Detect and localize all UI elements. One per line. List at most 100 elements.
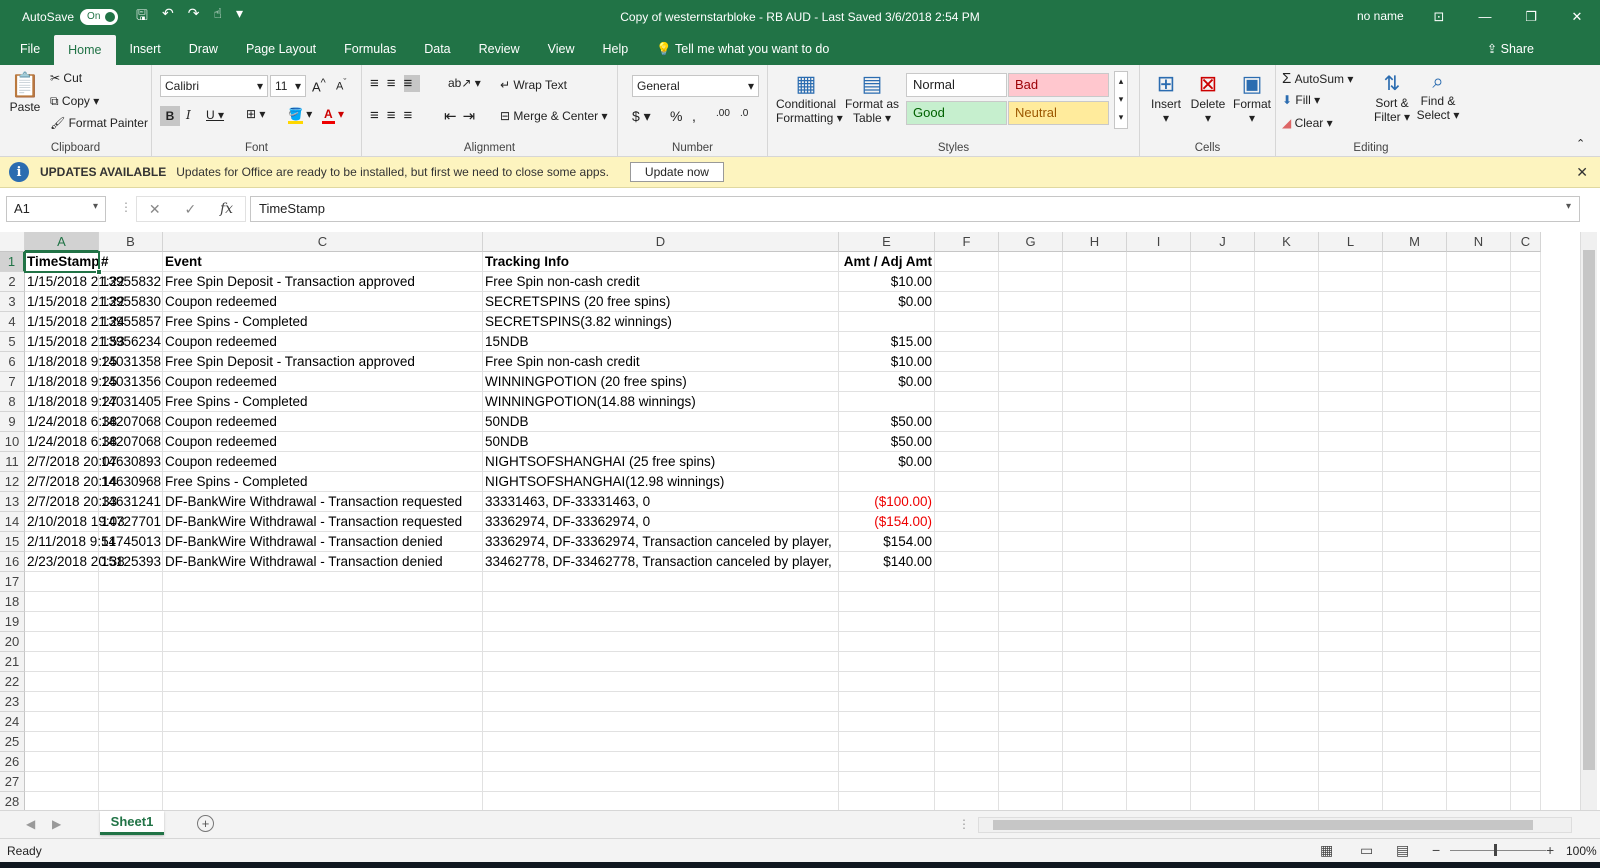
grid-cell[interactable] <box>1191 252 1255 272</box>
grid-cell[interactable] <box>999 412 1063 432</box>
grid-cell[interactable] <box>1447 752 1511 772</box>
grid-cell[interactable] <box>1191 392 1255 412</box>
grid-cell[interactable] <box>1447 592 1511 612</box>
grid-cell[interactable] <box>935 492 999 512</box>
data-cell[interactable]: Free Spins - Completed <box>163 472 483 492</box>
grid-cell[interactable] <box>1447 552 1511 572</box>
grid-cell[interactable] <box>1191 532 1255 552</box>
grid-cell[interactable] <box>1255 392 1319 412</box>
grid-cell[interactable] <box>1447 792 1511 810</box>
grid-cell[interactable] <box>999 792 1063 810</box>
grid-cell[interactable] <box>1511 772 1541 792</box>
grid-cell[interactable] <box>1255 712 1319 732</box>
grid-cell[interactable] <box>1383 732 1447 752</box>
data-cell[interactable]: 1/15/2018 21:22 <box>25 272 125 292</box>
grid-cell[interactable] <box>1255 372 1319 392</box>
grid-cell[interactable] <box>1319 352 1383 372</box>
grid-cell[interactable] <box>1191 272 1255 292</box>
grid-cell[interactable] <box>1511 612 1541 632</box>
grid-cell[interactable] <box>1511 352 1541 372</box>
grid-cell[interactable] <box>1191 452 1255 472</box>
delete-cells-button[interactable]: ⊠ Delete ▾ <box>1188 71 1228 125</box>
grid-cell[interactable] <box>1383 752 1447 772</box>
grid-cell[interactable] <box>1063 652 1127 672</box>
format-as-table-button[interactable]: ▤ Format as Table ▾ <box>844 71 900 125</box>
prev-sheet-icon[interactable]: ◀ <box>26 817 35 831</box>
grid-cell[interactable] <box>1383 632 1447 652</box>
grid-cell[interactable] <box>99 672 163 692</box>
grid-cell[interactable] <box>25 592 99 612</box>
grid-cell[interactable] <box>839 672 935 692</box>
grid-cell[interactable] <box>935 552 999 572</box>
grid-cell[interactable] <box>1319 692 1383 712</box>
tell-me-search[interactable]: 💡 Tell me what you want to do <box>642 33 843 65</box>
grid-cell[interactable] <box>1191 772 1255 792</box>
grid-cell[interactable] <box>1383 452 1447 472</box>
row-header[interactable]: 28 <box>0 792 25 810</box>
tab-split-icon[interactable]: ⋮ <box>958 817 970 831</box>
data-cell[interactable]: 13955830 <box>99 292 163 312</box>
data-cell[interactable]: 14207068 <box>99 412 163 432</box>
grid-cell[interactable] <box>1127 432 1191 452</box>
data-cell[interactable]: 33362974, DF-33362974, Transaction cance… <box>483 532 839 552</box>
underline-icon[interactable]: U ▾ <box>206 108 224 122</box>
tab-page-layout[interactable]: Page Layout <box>232 33 330 65</box>
grid-cell[interactable] <box>1319 612 1383 632</box>
grid-cell[interactable] <box>999 352 1063 372</box>
data-cell[interactable]: 14630893 <box>99 452 163 472</box>
data-cell[interactable]: Coupon redeemed <box>163 372 483 392</box>
row-header[interactable]: 23 <box>0 692 25 712</box>
grid-cell[interactable] <box>1063 752 1127 772</box>
add-sheet-icon[interactable]: + <box>197 815 214 832</box>
data-cell[interactable]: 1/24/2018 6:38 <box>25 412 117 432</box>
row-header[interactable]: 4 <box>0 312 25 332</box>
column-header[interactable]: L <box>1319 232 1383 252</box>
data-cell[interactable]: $0.00 <box>839 292 935 312</box>
grid-cell[interactable] <box>1447 772 1511 792</box>
header-cell[interactable]: Tracking Info <box>483 252 839 272</box>
tab-review[interactable]: Review <box>465 33 534 65</box>
row-header[interactable]: 25 <box>0 732 25 752</box>
grid-cell[interactable] <box>483 712 839 732</box>
grid-cell[interactable] <box>935 632 999 652</box>
save-icon[interactable]: 🖫 <box>136 5 148 29</box>
data-cell[interactable]: 14631241 <box>99 492 163 512</box>
next-sheet-icon[interactable]: ▶ <box>52 817 61 831</box>
grid-cell[interactable] <box>1127 732 1191 752</box>
column-header[interactable]: E <box>839 232 935 252</box>
grid-cell[interactable] <box>99 612 163 632</box>
header-cell[interactable]: Amt / Adj Amt <box>839 252 935 272</box>
grid-cell[interactable] <box>935 292 999 312</box>
data-cell[interactable]: 14031405 <box>99 392 163 412</box>
row-header[interactable]: 14 <box>0 512 25 532</box>
grid-cell[interactable] <box>1319 652 1383 672</box>
grid-cell[interactable] <box>1063 312 1127 332</box>
grid-cell[interactable] <box>839 692 935 712</box>
autosum-button[interactable]: Σ AutoSum ▾ <box>1282 70 1353 87</box>
data-cell[interactable]: Free Spin non-cash credit <box>483 272 839 292</box>
grid-cell[interactable] <box>1319 792 1383 810</box>
grid-cell[interactable] <box>1319 512 1383 532</box>
grid-cell[interactable] <box>1127 592 1191 612</box>
data-cell[interactable]: $50.00 <box>839 412 935 432</box>
grid-cell[interactable] <box>935 672 999 692</box>
grid-cell[interactable] <box>1127 572 1191 592</box>
grid-cell[interactable] <box>1447 612 1511 632</box>
grid-cell[interactable] <box>1255 252 1319 272</box>
data-cell[interactable]: 15125393 <box>99 552 163 572</box>
grid-cell[interactable] <box>1383 272 1447 292</box>
grid-cell[interactable] <box>935 612 999 632</box>
fill-button[interactable]: ⬇ Fill ▾ <box>1282 93 1320 107</box>
fill-handle[interactable] <box>96 269 102 275</box>
tab-home[interactable]: Home <box>54 35 116 65</box>
grid-cell[interactable] <box>999 452 1063 472</box>
font-size-dropdown[interactable]: 11 ▾ <box>270 75 306 97</box>
touch-mode-icon[interactable]: ☝ <box>213 5 222 29</box>
data-cell[interactable]: Coupon redeemed <box>163 292 483 312</box>
grid-cell[interactable] <box>1383 552 1447 572</box>
grid-cell[interactable] <box>1127 292 1191 312</box>
grid-cell[interactable] <box>1255 432 1319 452</box>
data-cell[interactable]: DF-BankWire Withdrawal - Transaction req… <box>163 492 483 512</box>
grid-cell[interactable] <box>1127 632 1191 652</box>
grid-cell[interactable] <box>1447 332 1511 352</box>
